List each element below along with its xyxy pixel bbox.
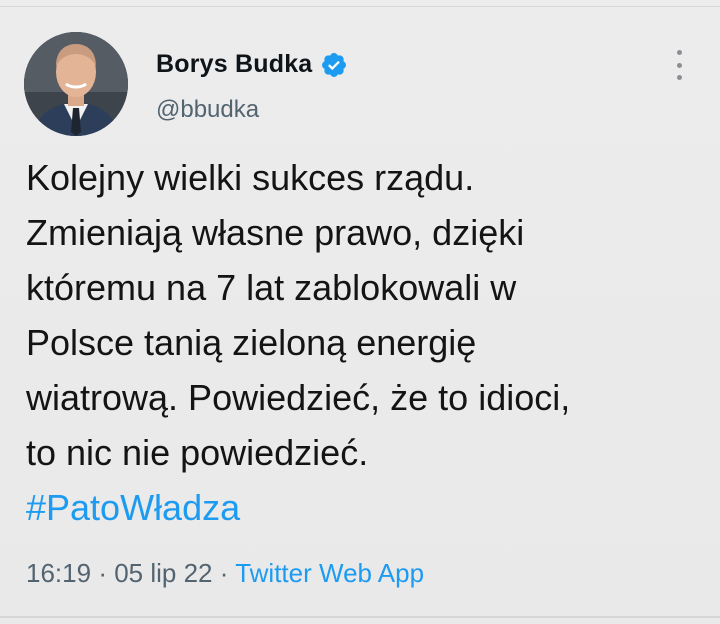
tweet-line: Zmieniają własne prawo, dzięki (26, 212, 525, 253)
tweet-meta: 16:19 · 05 lip 22 · Twitter Web App (26, 558, 424, 589)
tweet-card: Borys Budka @bbudka Kolejny wielki sukce… (0, 0, 720, 624)
verified-badge-icon (320, 51, 348, 79)
tweet-source-link[interactable]: Twitter Web App (235, 558, 424, 588)
tweet-time[interactable]: 16:19 (26, 558, 91, 588)
hashtag-link[interactable]: #PatoWładza (26, 480, 706, 535)
tweet-line: któremu na 7 lat zablokowali w (26, 267, 517, 308)
more-dot (676, 50, 682, 55)
tweet-line: Kolejny wielki sukces rządu. (26, 157, 475, 198)
more-dot (676, 62, 682, 68)
tweet-text: Kolejny wielki sukces rządu. Zmieniają w… (26, 150, 706, 535)
author-handle[interactable]: @bbudka (156, 96, 259, 124)
author-name[interactable]: Borys Budka (156, 50, 312, 79)
avatar[interactable] (24, 32, 128, 136)
tweet-line: to nic nie powiedzieć. (26, 432, 369, 473)
author-row: Borys Budka (156, 50, 348, 79)
more-options-icon[interactable] (670, 50, 688, 80)
tweet-date[interactable]: 05 lip 22 (114, 558, 212, 588)
tweet-line: Polsce tanią zieloną energię (26, 322, 477, 363)
divider-top (0, 6, 720, 7)
divider-bottom (0, 616, 720, 618)
meta-separator: · (98, 558, 107, 588)
meta-separator: · (219, 558, 229, 588)
avatar-portrait (24, 32, 128, 136)
tweet-line: wiatrową. Powiedzieć, że to idioci, (26, 377, 571, 418)
more-dot (676, 75, 682, 80)
